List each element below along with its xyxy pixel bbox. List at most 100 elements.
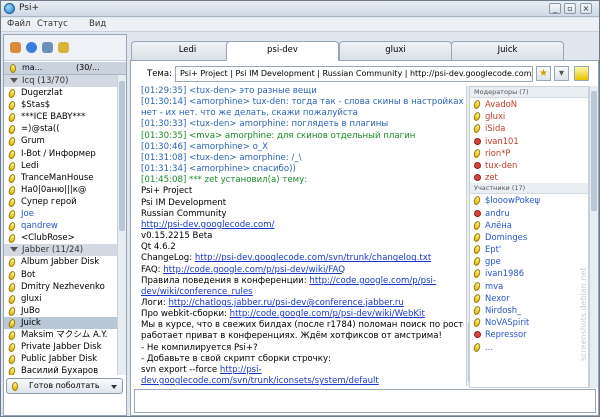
roster-contact[interactable]: JuBo [4,305,117,317]
roster-group[interactable]: Jabber (11/24) [4,244,117,257]
topic-label: Тема: [147,69,172,79]
topic-row: Тема: Psi+ Project | Psi IM Development … [131,64,598,84]
roster-label: $Stas$ [21,100,51,111]
roster-contact[interactable]: I-Bot / Информер [4,148,117,160]
roster-contact[interactable]: Private Jabber Disk [4,341,117,353]
member-item[interactable]: Repressor [470,328,588,340]
status-bulb-icon [7,172,17,184]
roster-contact[interactable]: =)@sta(( [4,123,117,136]
roster-contact[interactable]: <ClubRose> [4,232,117,244]
member-item[interactable]: Dominges [470,231,588,243]
member-item[interactable]: NoVASpirit [470,316,588,328]
roster-contact[interactable]: Ha0|0aню|||к@ [4,184,117,196]
member-name: rion*P [485,147,511,158]
topic-link[interactable]: dev/wiki/conference_rules [141,287,253,297]
close-button[interactable]: × [580,3,592,14]
self-contact-row[interactable]: ma... (30/... [4,62,126,75]
member-item[interactable]: mva [470,280,588,292]
menu-icon[interactable]: ▾ [554,66,569,81]
topic-link[interactable]: http://code.google.com/p/psi- [309,276,436,286]
topic-link[interactable]: http://psi-dev.googlecode.com/ [141,220,274,230]
member-item[interactable]: Nirdosh_ [470,304,588,316]
roster-scrollbar[interactable] [117,75,126,375]
timestamp: [01:30:35] [141,130,187,141]
watermark: screenshots.debian.net [579,267,588,361]
roster-contact[interactable]: Public Jabber Disk [4,353,117,365]
service-discovery-icon[interactable] [26,42,37,53]
roster-contact[interactable]: gluxi [4,293,117,305]
status-bulb-icon [472,268,482,280]
member-item[interactable]: rion*P [470,147,588,159]
roster-contact[interactable]: Juick [4,316,117,329]
status-selector-button[interactable]: Готов поболтать [6,378,123,394]
status-bulb-icon [7,293,17,305]
roster-label: =)@sta(( [21,124,60,135]
roster-contact[interactable]: Bot [4,269,117,281]
roster-contact[interactable]: Dmitry Nezhevenko [4,281,117,293]
member-item[interactable]: ... [470,341,588,353]
maximize-button[interactable]: ▫ [564,3,576,14]
roster-group[interactable]: Icq (13/70) [4,75,117,88]
roster-contact[interactable]: qandrew [4,220,117,232]
topic-link[interactable]: dev.googlecode.com/svn/trunk/iconsets/sy… [141,376,379,386]
member-item[interactable]: ivan1986 [470,267,588,280]
member-item[interactable]: tux-den [470,159,588,171]
member-item[interactable]: $looowPokeψ [470,194,588,207]
topic-link[interactable]: http://code.google.com/p/psi-dev/wiki/We… [230,309,425,319]
menu-file[interactable]: Файл [7,19,30,29]
member-name: Nexor [485,292,510,303]
roster-contact[interactable]: $Stas$ [4,99,117,111]
status-bulb-icon [7,185,17,196]
message-input[interactable] [134,389,596,413]
status-bulb-icon [472,244,482,255]
topic-field[interactable]: Psi+ Project | Psi IM Development | Russ… [175,66,533,82]
options-icon[interactable] [42,42,53,53]
self-count: (30/... [76,63,100,72]
expand-arrow-icon [10,78,18,83]
member-item[interactable]: iSida [470,122,588,135]
member-item[interactable]: AvadoN [470,98,588,110]
topic-link[interactable]: http://psi-dev.googlecode.com/svn/trunk/… [195,253,431,263]
roster-contact[interactable]: ***ICE BABY*** [4,111,117,124]
roster-contact[interactable]: TranceManHouse [4,172,117,184]
add-contact-icon[interactable] [10,42,21,53]
roster-contact[interactable]: Ledi [4,160,117,172]
roster-contact[interactable]: Dugerzlat [4,87,117,99]
roster-contact[interactable]: Joe [4,208,117,220]
member-item[interactable]: Nexor [470,292,588,304]
member-item[interactable]: gluxi [470,110,588,122]
topic-link[interactable]: http://psi- [220,365,262,375]
member-item[interactable]: Алёна [470,219,588,231]
tab-juick[interactable]: Juick [451,41,564,60]
roster-label: Ledi [21,160,39,171]
roster-label: Icq (13/70) [22,76,69,86]
roster-contact[interactable]: Василий Бухаров [4,365,117,375]
member-name: ivan1986 [485,268,525,279]
tab-psi-dev[interactable]: psi-dev [226,41,339,61]
menu-view[interactable]: Вид [89,19,106,29]
show-offline-icon[interactable] [58,42,69,53]
participants-header[interactable]: Участники (17) [470,183,588,195]
topic-line: dev.googlecode.com/svn/trunk/iconsets/sy… [141,376,464,386]
star-icon[interactable]: ★ [536,66,551,81]
minimize-button[interactable]: _ [549,3,561,14]
member-item[interactable]: zet [470,171,588,183]
roster-label: Bot [21,269,36,280]
tab-gluxi[interactable]: gluxi [339,41,452,60]
log-line: [01:45:08] *** zet установил(а) тему: [141,175,464,186]
roster-contact[interactable]: Grum [4,135,117,148]
moderators-header[interactable]: Модераторы (7) [470,87,588,98]
member-item[interactable]: ivan101 [470,135,588,147]
member-item[interactable]: Ept' [470,243,588,255]
roster-contact[interactable]: Maksim マクシム A.Y. [4,329,117,341]
topic-link[interactable]: http://code.google.com/p/psi-dev/wiki/FA… [163,265,345,275]
topic-link[interactable]: http://chatlogs.jabber.ru/psi-dev@confer… [168,298,403,308]
menu-status[interactable]: Статус [37,19,68,29]
roster-contact[interactable]: Супер герой [4,196,117,208]
roster-contact[interactable]: Album Jabber Disk [4,256,117,269]
log-message: нет - их нет. что же делать, скажи пожал… [141,108,358,119]
member-item[interactable]: andru [470,207,588,219]
roster-scroll-thumb[interactable] [119,81,125,231]
member-item[interactable]: gpe [470,255,588,268]
app-window: Psi+ _ ▫ × Файл Статус Вид ma... (30/...… [0,0,600,417]
